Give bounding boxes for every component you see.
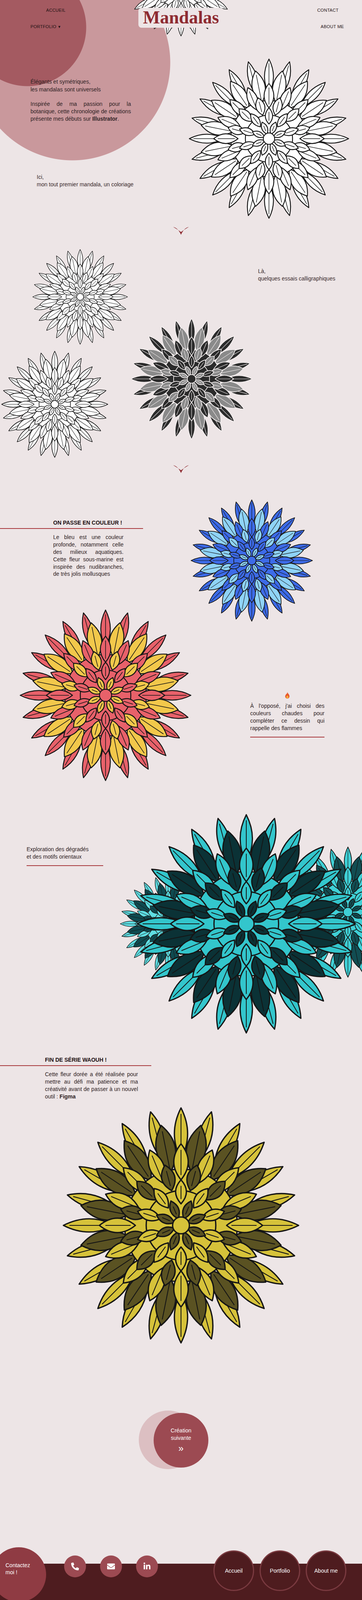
calligraphy-section: Là,quelques essais calligraphiques [0, 248, 362, 460]
finale-section: FIN DE SÉRIE WAOUH ! Cette fleur dorée a … [0, 1037, 362, 1348]
intro-lead: Élégants et symétriques,les mandalas son… [30, 78, 176, 94]
header: ACCUEIL PORTFOLIO▾ Mandalas CONTACT ABOUT ME… [0, 0, 362, 221]
flame-section: À l'opposé, j'ai choisi des couleurs cha… [0, 607, 362, 784]
flame-note: À l'opposé, j'ai choisi des couleurs cha… [250, 691, 325, 739]
mandala-artwork [189, 498, 315, 624]
chevron-ornament-icon [172, 464, 190, 475]
mandala-figure [63, 1108, 299, 1345]
blue-artwork [189, 498, 362, 624]
nav-left: ACCUEIL PORTFOLIO▾ [0, 0, 115, 44]
intro-text: Élégants et symétriques,les mandalas son… [0, 43, 176, 221]
gradient-text: Exploration des dégradéset des motifs or… [26, 846, 104, 862]
top-bar: ACCUEIL PORTFOLIO▾ Mandalas CONTACT ABOUT ME [0, 0, 362, 44]
chevron-ornament-icon [172, 225, 190, 236]
mandala-artwork [59, 1105, 303, 1348]
mandala-figure [137, 815, 356, 1035]
mandala-figure [127, 0, 235, 36]
footer-nav-link[interactable]: Accueil [213, 1551, 255, 1593]
first-caption: Ici,mon tout premier mandala, un coloria… [36, 173, 176, 189]
nav-link[interactable]: ABOUT ME [320, 24, 345, 29]
page: ACCUEIL PORTFOLIO▾ Mandalas CONTACT ABOUT ME… [0, 0, 362, 1600]
linkedin-button[interactable] [136, 1556, 158, 1579]
finale-heading: FIN DE SÉRIE WAOUH ! [0, 1057, 152, 1067]
calligraphy-caption: Là,quelques essais calligraphiques [258, 267, 362, 283]
gradient-section: Exploration des dégradéset des motifs or… [0, 807, 362, 1038]
mandala-figure [189, 59, 349, 219]
flame-text: À l'opposé, j'ai choisi des couleurs cha… [250, 702, 325, 733]
first-artwork [175, 56, 362, 221]
mandala-artwork [129, 316, 255, 442]
footer-nav: AccueilPortfolioAbout me [213, 1551, 347, 1593]
linkedin-icon [143, 1563, 151, 1572]
gradient-note: Exploration des dégradéset des motifs or… [26, 846, 104, 867]
nav-right: CONTACT ABOUT ME [247, 0, 362, 44]
intro-body: Inspirée de ma passion pour la botanique… [30, 100, 131, 123]
social-links [64, 1556, 158, 1579]
calligraphy-gallery [0, 248, 259, 460]
nav-link[interactable]: CONTACT [317, 7, 339, 13]
blue-heading: ON PASSE EN COULEUR ! [0, 519, 144, 530]
mandala-artwork [31, 248, 130, 346]
blue-section: ON PASSE EN COULEUR ! Le bleu est une cou… [0, 498, 362, 624]
next-creation-button[interactable]: Création suivante» [153, 1413, 209, 1469]
section-divider [0, 220, 362, 241]
mail-button[interactable] [100, 1556, 122, 1579]
caret-icon: ▾ [58, 24, 61, 29]
mandala-figure [20, 610, 192, 782]
intro: Élégants et symétriques,les mandalas son… [0, 43, 362, 221]
nav-link[interactable]: PORTFOLIO▾ [30, 24, 61, 30]
mandala-figure [130, 318, 253, 440]
finale-artwork [0, 1105, 362, 1348]
section-divider [0, 459, 362, 479]
blue-text: Le bleu est une couleur profonde, notamm… [53, 534, 124, 579]
phone-icon [71, 1563, 79, 1572]
finale-text: Cette fleur dorée a été réalisée pour me… [44, 1071, 138, 1102]
mail-icon [107, 1563, 115, 1572]
next-wrap: Création suivante» [0, 1413, 362, 1469]
footer: Contactez moi ! AccueilPortfolioAbout me [0, 1548, 362, 1600]
mandala-figure [1, 351, 108, 458]
gradient-artwork [117, 807, 362, 1038]
title-cell: Mandalas [114, 0, 248, 44]
contact-button[interactable]: Contactez moi ! [0, 1548, 47, 1600]
mandala-figure [32, 249, 128, 345]
page-title: Mandalas [138, 7, 224, 28]
footer-nav-link[interactable]: About me [305, 1551, 347, 1593]
mandala-figure [191, 500, 313, 622]
footer-nav-link[interactable]: Portfolio [259, 1551, 301, 1593]
mandala-artwork [186, 56, 352, 221]
mandala-artwork [0, 349, 110, 460]
phone-button[interactable] [64, 1556, 87, 1579]
flame-icon [283, 691, 292, 701]
nav-link[interactable]: ACCUEIL [46, 7, 66, 13]
double-chevron-icon: » [178, 1444, 184, 1455]
mandala-artwork [17, 607, 194, 784]
flame-artwork [0, 607, 212, 784]
